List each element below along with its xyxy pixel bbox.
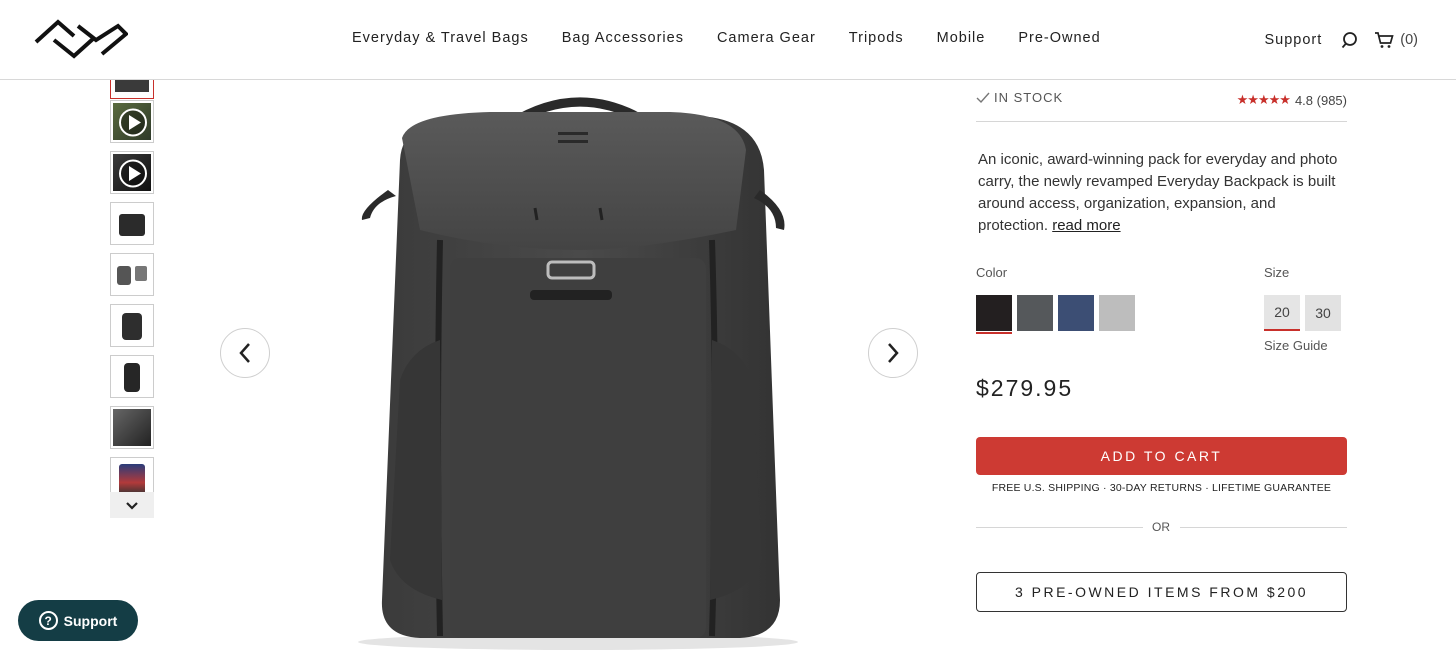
main-nav: Everyday & Travel Bags Bag Accessories C…	[352, 30, 1134, 46]
color-swatch-charcoal[interactable]	[1017, 295, 1053, 331]
rating[interactable]: ★★★★★ 4.8 (985)	[1237, 92, 1347, 108]
or-divider: OR	[976, 520, 1347, 534]
header-utilities: Support (0)	[1264, 30, 1418, 50]
chevron-right-icon	[888, 343, 899, 363]
thumbnail-scroll-down-button[interactable]	[110, 492, 154, 518]
thumbnail-7[interactable]	[110, 355, 154, 398]
help-icon: ?	[38, 611, 58, 630]
chevron-down-icon	[126, 501, 138, 510]
product-main-image	[358, 97, 798, 650]
color-label: Color	[976, 265, 1008, 280]
stock-rating-row: IN STOCK ★★★★★ 4.8 (985)	[976, 88, 1347, 122]
check-icon	[976, 92, 990, 103]
stock-status: IN STOCK	[976, 90, 1063, 105]
cart-icon[interactable]	[1374, 30, 1394, 50]
size-option-30[interactable]: 30	[1305, 295, 1341, 331]
product-description: An iconic, award-winning pack for everyd…	[978, 149, 1343, 237]
color-swatch-black[interactable]	[976, 295, 1012, 334]
star-rating-icon: ★★★★★	[1236, 92, 1291, 107]
search-icon[interactable]	[1340, 30, 1360, 50]
pre-owned-items-button[interactable]: 3 PRE-OWNED ITEMS FROM $200	[976, 572, 1347, 612]
color-swatch-midnight[interactable]	[1058, 295, 1094, 331]
nav-mobile[interactable]: Mobile	[937, 30, 986, 46]
stock-status-text: IN STOCK	[994, 90, 1064, 105]
next-image-button[interactable]	[868, 328, 918, 378]
thumbnail-5[interactable]	[110, 253, 154, 296]
thumbnail-video-2[interactable]	[110, 151, 154, 194]
thumbnail-8[interactable]	[110, 406, 154, 449]
logo-icon[interactable]	[34, 18, 128, 60]
nav-pre-owned[interactable]: Pre-Owned	[1018, 30, 1100, 46]
cart-count[interactable]: (0)	[1400, 32, 1418, 48]
rating-value: 4.8	[1294, 92, 1314, 108]
size-guide-link[interactable]: Size Guide	[1264, 338, 1328, 353]
size-option-20[interactable]: 20	[1264, 295, 1300, 331]
previous-image-button[interactable]	[220, 328, 270, 378]
thumbnail-strip[interactable]	[110, 80, 154, 520]
support-link[interactable]: Support	[1264, 32, 1322, 48]
support-chat-button[interactable]: ? Support	[18, 600, 138, 641]
site-header: Everyday & Travel Bags Bag Accessories C…	[0, 0, 1456, 80]
color-swatch-ash[interactable]	[1099, 295, 1135, 331]
read-more-link[interactable]: read more	[1052, 217, 1120, 234]
nav-tripods[interactable]: Tripods	[849, 30, 904, 46]
play-icon	[119, 108, 147, 137]
thumbnail-video-1[interactable]	[110, 100, 154, 143]
review-count[interactable]: (985)	[1317, 93, 1347, 108]
thumbnail-4[interactable]	[110, 202, 154, 245]
nav-camera-gear[interactable]: Camera Gear	[717, 30, 816, 46]
product-description-text: An iconic, award-winning pack for everyd…	[978, 151, 1338, 234]
product-price: $279.95	[976, 375, 1074, 401]
add-to-cart-button[interactable]: ADD TO CART	[976, 437, 1347, 475]
nav-bag-accessories[interactable]: Bag Accessories	[562, 30, 684, 46]
play-icon	[119, 159, 147, 188]
chevron-left-icon	[239, 343, 250, 363]
support-chat-label: Support	[63, 612, 118, 629]
nav-everyday-travel-bags[interactable]: Everyday & Travel Bags	[352, 30, 529, 46]
or-text: OR	[1152, 520, 1170, 534]
thumbnail-1[interactable]	[110, 80, 154, 99]
shipping-perks: FREE U.S. SHIPPING · 30-DAY RETURNS · LI…	[991, 482, 1332, 494]
thumbnail-6[interactable]	[110, 304, 154, 347]
size-label: Size	[1264, 265, 1290, 280]
